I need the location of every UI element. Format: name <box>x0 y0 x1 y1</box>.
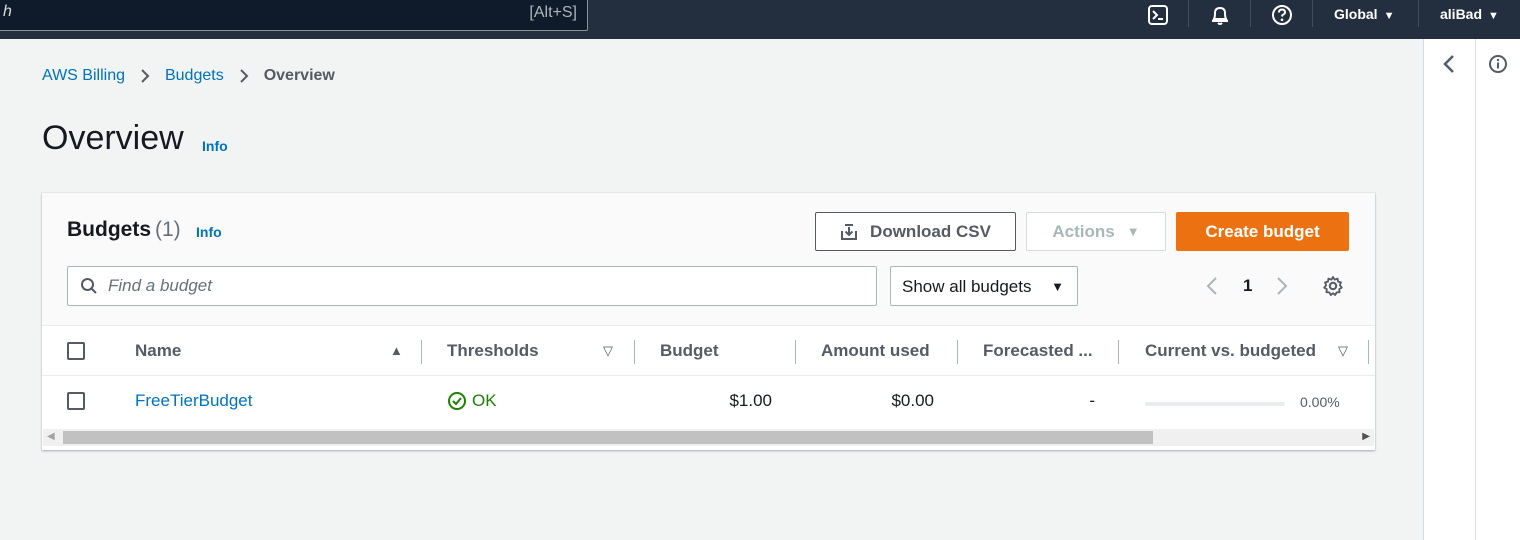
forecasted-amount: - <box>1089 391 1095 410</box>
column-divider[interactable] <box>421 340 422 364</box>
find-budget-field[interactable] <box>67 266 877 306</box>
page-info-link[interactable]: Info <box>202 138 228 154</box>
region-label: Global <box>1334 6 1378 22</box>
info-circle-icon[interactable] <box>1488 54 1508 79</box>
budget-progress-bar <box>1145 402 1285 406</box>
budgets-info-link[interactable]: Info <box>196 224 222 240</box>
nav-divider <box>1312 0 1313 27</box>
page-number[interactable]: 1 <box>1243 276 1252 296</box>
select-all-checkbox[interactable] <box>67 342 85 360</box>
create-budget-label: Create budget <box>1205 221 1320 241</box>
scroll-left-arrow-icon[interactable]: ◀ <box>47 431 55 442</box>
panel-divider <box>1475 39 1476 540</box>
column-header-name[interactable]: Name <box>135 341 181 361</box>
search-shortcut-hint: [Alt+S] <box>529 4 577 21</box>
scrollbar-thumb[interactable] <box>63 431 1153 444</box>
breadcrumb-aws-billing[interactable]: AWS Billing <box>42 67 125 85</box>
column-divider[interactable] <box>634 340 635 364</box>
column-divider[interactable] <box>1118 340 1119 364</box>
sort-icon[interactable]: ▽ <box>1338 343 1348 359</box>
nav-divider <box>1418 0 1419 27</box>
create-budget-button[interactable]: Create budget <box>1176 212 1349 251</box>
budget-filter-select[interactable]: Show all budgets ▼ <box>890 266 1078 306</box>
account-label: aliBad <box>1440 6 1483 22</box>
column-header-current-vs-budgeted[interactable]: Current vs. budgeted <box>1145 341 1316 361</box>
global-search-input[interactable]: h [Alt+S] <box>0 0 588 31</box>
scroll-right-arrow-icon[interactable]: ▶ <box>1362 431 1370 442</box>
page-title: Overview <box>42 119 184 157</box>
help-icon[interactable] <box>1270 3 1294 27</box>
budgets-header: Budgets (1) Info Download CSV Actions ▼ Cr… <box>42 193 1375 326</box>
cloudshell-icon[interactable] <box>1146 3 1170 27</box>
download-csv-label: Download CSV <box>870 221 991 241</box>
sort-ascending-icon[interactable]: ▲ <box>390 343 403 358</box>
caret-down-icon: ▼ <box>1383 10 1395 22</box>
table-row: FreeTierBudget OK $1.00 $0.00 - 0.00% <box>42 376 1375 429</box>
chevron-right-icon <box>125 68 165 84</box>
caret-down-icon: ▼ <box>1488 10 1499 22</box>
search-icon <box>80 277 98 300</box>
chevron-left-icon[interactable] <box>1441 53 1457 80</box>
download-icon <box>841 223 858 240</box>
actions-label: Actions <box>1052 221 1115 241</box>
download-csv-button[interactable]: Download CSV <box>815 212 1016 251</box>
column-header-thresholds[interactable]: Thresholds <box>447 341 539 361</box>
budgets-count: (1) <box>155 218 181 241</box>
column-header-budget[interactable]: Budget <box>660 341 719 361</box>
tools-panel <box>1423 39 1520 540</box>
top-navigation: h [Alt+S] Global ▼ aliBad ▼ <box>0 0 1520 39</box>
bell-icon[interactable] <box>1208 3 1232 27</box>
row-checkbox[interactable] <box>67 392 85 410</box>
check-circle-icon <box>448 392 466 410</box>
horizontal-scrollbar[interactable]: ◀ ▶ <box>43 429 1374 446</box>
budget-amount: $1.00 <box>729 391 772 410</box>
column-divider[interactable] <box>1368 340 1369 364</box>
budget-filter-value: Show all budgets <box>902 277 1032 296</box>
actions-button: Actions ▼ <box>1026 212 1166 251</box>
budgets-title: Budgets <box>67 218 151 241</box>
caret-down-icon: ▼ <box>1051 279 1064 294</box>
threshold-status-label: OK <box>472 391 497 410</box>
column-divider[interactable] <box>957 340 958 364</box>
budgets-heading: Budgets (1) <box>67 218 181 242</box>
region-selector[interactable]: Global ▼ <box>1334 6 1394 22</box>
sort-icon[interactable]: ▽ <box>603 343 613 359</box>
column-divider[interactable] <box>795 340 796 364</box>
search-placeholder: h <box>3 3 12 20</box>
table-header-row: Name ▲ Thresholds ▽ Budget Amount used F… <box>42 326 1375 376</box>
breadcrumb: AWS Billing Budgets Overview <box>42 67 335 85</box>
nav-divider <box>1188 0 1189 27</box>
threshold-status: OK <box>447 391 497 411</box>
nav-divider <box>1250 0 1251 27</box>
budget-progress-percent: 0.00% <box>1300 394 1340 410</box>
chevron-right-icon <box>224 68 264 84</box>
find-budget-input[interactable] <box>108 275 848 297</box>
next-page-button[interactable] <box>1275 275 1289 302</box>
budget-name-link[interactable]: FreeTierBudget <box>135 391 252 411</box>
budgets-table-container: Budgets (1) Info Download CSV Actions ▼ Cr… <box>42 193 1375 450</box>
breadcrumb-budgets[interactable]: Budgets <box>165 67 224 85</box>
gear-icon[interactable] <box>1322 275 1344 302</box>
column-header-amount-used[interactable]: Amount used <box>821 341 930 361</box>
account-menu[interactable]: aliBad ▼ <box>1440 6 1499 22</box>
caret-down-icon: ▼ <box>1126 224 1140 239</box>
column-header-forecasted[interactable]: Forecasted ... <box>983 341 1093 361</box>
amount-used: $0.00 <box>891 391 934 410</box>
previous-page-button[interactable] <box>1205 275 1219 302</box>
breadcrumb-current: Overview <box>263 67 335 84</box>
